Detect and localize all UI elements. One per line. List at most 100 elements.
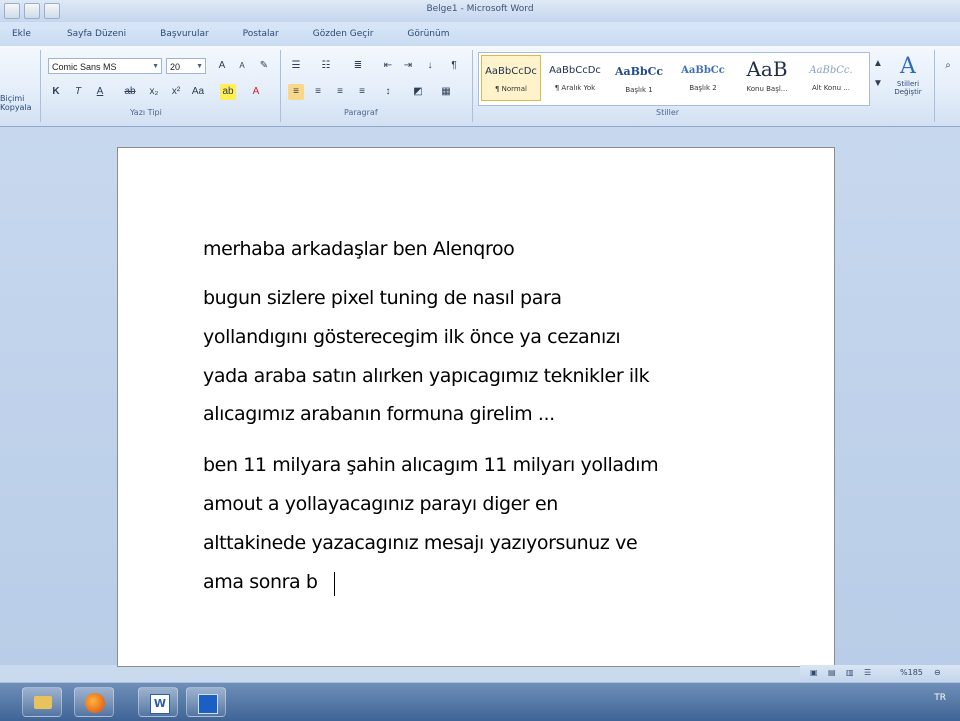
document-line[interactable]: amout a yollayacagınız parayı diger en [203, 493, 558, 515]
borders-icon[interactable]: ▦ [438, 84, 454, 100]
italic-icon[interactable]: T [70, 84, 86, 100]
tab-references[interactable]: Başvurular [138, 29, 221, 39]
chevron-down-icon: ▼ [196, 63, 203, 70]
shading-icon[interactable]: ◩ [410, 84, 426, 100]
font-color-icon[interactable]: A [248, 84, 264, 100]
firefox-taskbar-button[interactable] [74, 687, 114, 717]
subscript-icon[interactable]: x₂ [146, 84, 162, 100]
firefox-icon [85, 693, 105, 713]
style-name: ¶ Normal [494, 85, 527, 93]
format-painter-label[interactable]: Biçimi Kopyala [0, 94, 32, 112]
underline-icon[interactable]: A [92, 84, 108, 100]
increase-indent-icon[interactable]: ⇥ [400, 58, 416, 74]
style-heading-1[interactable]: AaBbCc Başlık 1 [609, 55, 669, 101]
style-heading-2[interactable]: AaBbCc Başlık 2 [673, 55, 733, 101]
word-icon: W [150, 694, 170, 714]
align-left-icon[interactable]: ≡ [288, 84, 304, 100]
bullets-icon[interactable]: ☰ [288, 58, 304, 74]
folder-icon [34, 696, 52, 709]
style-sample: AaBbCc [614, 65, 664, 78]
highlight-icon[interactable]: ab [220, 84, 236, 100]
change-styles-button[interactable]: A Stilleri Değiştir [886, 54, 930, 108]
style-name: Başlık 2 [689, 84, 717, 92]
zoom-out-icon[interactable]: ⊖ [934, 665, 941, 681]
style-name: Başlık 1 [625, 86, 653, 94]
document-line[interactable]: bugun sizlere pixel tuning de nasıl para [203, 287, 562, 309]
styles-group-label: Stiller [656, 108, 680, 117]
web-layout-icon[interactable]: ▥ [846, 665, 854, 681]
style-normal[interactable]: AaBbCcDc ¶ Normal [481, 55, 541, 101]
document-line[interactable]: ama sonra b [203, 571, 318, 593]
style-sample: AaB [746, 57, 788, 81]
decrease-indent-icon[interactable]: ⇤ [380, 58, 396, 74]
style-subtitle[interactable]: AaBbCc. Alt Konu ... [801, 55, 861, 101]
document-line[interactable]: alttakinede yazacagınız mesajı yazıyorsu… [203, 532, 638, 554]
text-cursor [334, 572, 335, 596]
print-layout-icon[interactable]: ▣ [810, 665, 818, 681]
styles-gallery[interactable]: AaBbCcDc ¶ Normal AaBbCcDc ¶ Aralık Yok … [478, 52, 870, 106]
font-group-label: Yazı Tipi [130, 108, 162, 117]
tab-review[interactable]: Gözden Geçir [291, 29, 386, 39]
language-indicator[interactable]: TR [934, 693, 946, 703]
tab-view[interactable]: Görünüm [385, 29, 461, 39]
clear-formatting-icon[interactable]: ✎ [256, 58, 272, 74]
ribbon-separator [934, 50, 935, 122]
change-case-icon[interactable]: Aa [190, 84, 206, 100]
document-line[interactable]: ben 11 milyara şahin alıcagım 11 milyarı… [203, 454, 659, 476]
style-no-spacing[interactable]: AaBbCcDc ¶ Aralık Yok [545, 55, 605, 101]
document-line[interactable]: yollandıgını gösterecegim ilk önce ya ce… [203, 326, 621, 348]
word-taskbar-button[interactable]: W [138, 687, 178, 717]
paragraph-group-label: Paragraf [344, 108, 378, 117]
chevron-down-icon: ▼ [152, 63, 159, 70]
strikethrough-icon[interactable]: ab [122, 84, 138, 100]
font-size-select[interactable]: 20 ▼ [166, 58, 206, 74]
style-sample: AaBbCc [681, 65, 725, 76]
line-spacing-icon[interactable]: ↕ [380, 84, 396, 100]
align-right-icon[interactable]: ≡ [332, 84, 348, 100]
explorer-taskbar-button[interactable] [22, 687, 62, 717]
pilcrow-icon[interactable]: ¶ [446, 58, 462, 74]
ribbon-tabs: Ekle Sayfa Düzeni Başvurular Postalar Gö… [0, 22, 960, 46]
document-line[interactable]: alıcagımız arabanın formuna girelim ... [203, 403, 555, 425]
tab-page-layout[interactable]: Sayfa Düzeni [43, 29, 138, 39]
style-sample: AaBbCcDc [485, 66, 537, 77]
tab-insert[interactable]: Ekle [0, 29, 43, 39]
style-sample: AaBbCc. [809, 65, 853, 76]
full-screen-icon[interactable]: ▤ [828, 665, 836, 681]
multilevel-list-icon[interactable]: ≣ [350, 58, 366, 74]
window-title: Belge1 - Microsoft Word [426, 4, 534, 14]
title-bar: Belge1 - Microsoft Word [0, 0, 960, 23]
ribbon-separator [40, 50, 41, 122]
zoom-level[interactable]: %185 [900, 665, 923, 681]
align-center-icon[interactable]: ≡ [310, 84, 326, 100]
document-line[interactable]: yada araba satın alırken yapıcagımız tek… [203, 365, 650, 387]
scroll-down-icon[interactable]: ▼ [870, 76, 886, 92]
font-name-select[interactable]: Comic Sans MS ▼ [48, 58, 162, 74]
style-name: Alt Konu ... [811, 84, 850, 92]
tab-mailings[interactable]: Postalar [221, 29, 291, 39]
status-bar: ▣ ▤ ▥ ☰ %185 ⊖ [800, 665, 960, 681]
font-name-value: Comic Sans MS [52, 62, 117, 72]
scroll-up-icon[interactable]: ▲ [870, 56, 886, 72]
sort-icon[interactable]: ↓ [422, 58, 438, 74]
justify-icon[interactable]: ≡ [354, 84, 370, 100]
style-name: ¶ Aralık Yok [554, 84, 596, 92]
document-line[interactable]: merhaba arkadaşlar ben Alenqroo [203, 238, 515, 260]
ribbon-separator [280, 50, 281, 122]
shrink-font-icon[interactable]: A [234, 58, 250, 74]
superscript-icon[interactable]: x² [168, 84, 184, 100]
style-name: Konu Başl... [746, 85, 788, 93]
style-sample: AaBbCcDc [549, 65, 601, 76]
taskbar: W TR [0, 682, 960, 721]
app-taskbar-button[interactable] [186, 687, 226, 717]
numbering-icon[interactable]: ☷ [318, 58, 334, 74]
app-icon [198, 694, 218, 714]
change-styles-icon: A [900, 54, 916, 79]
change-styles-label: Stilleri Değiştir [894, 80, 922, 96]
outline-icon[interactable]: ☰ [864, 665, 871, 681]
ribbon-separator [472, 50, 473, 122]
find-icon[interactable]: ⌕ [940, 58, 956, 74]
bold-icon[interactable]: K [48, 84, 64, 100]
style-title[interactable]: AaB Konu Başl... [737, 55, 797, 101]
grow-font-icon[interactable]: A [214, 58, 230, 74]
